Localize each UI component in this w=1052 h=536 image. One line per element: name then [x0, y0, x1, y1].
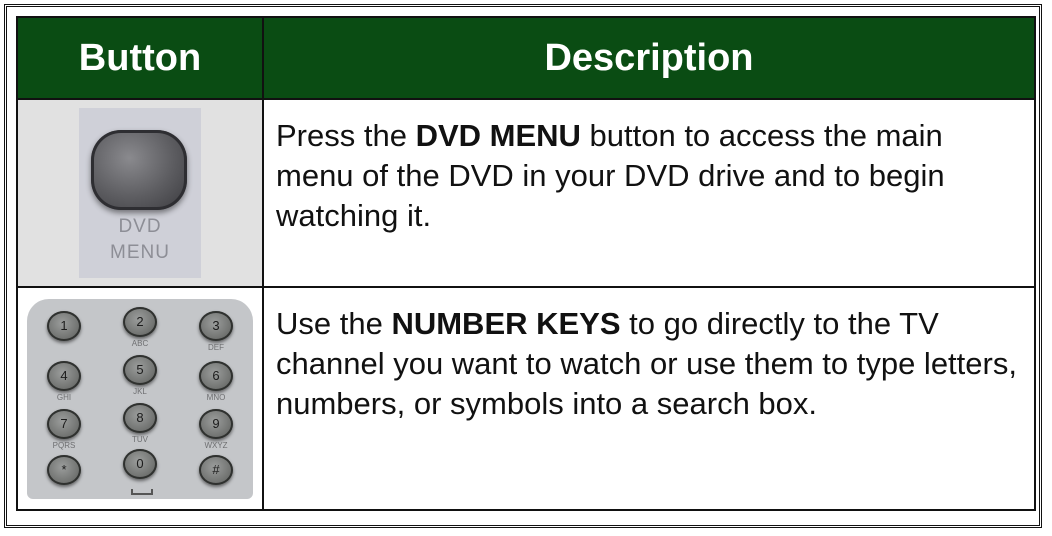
key-9-letters: WXYZ	[204, 440, 228, 450]
header-button: Button	[16, 16, 264, 100]
key-6-letters: MNO	[206, 392, 226, 402]
key-4-letters: GHI	[56, 392, 72, 402]
menu-label: MENU	[110, 242, 170, 263]
key-2: 2	[123, 306, 157, 337]
description-cell: Use the NUMBER KEYS to go directly to th…	[262, 286, 1036, 511]
table-frame: Button Description DVD MENU Press the DV…	[4, 4, 1042, 528]
key-8-letters: TUV	[132, 434, 148, 444]
key-3-letters: DEF	[208, 342, 224, 352]
key-2-letters: ABC	[131, 338, 149, 348]
key-star: *	[47, 454, 81, 485]
key-6: 6	[199, 360, 233, 391]
table-row: DVD MENU Press the DVD MENU button to ac…	[16, 98, 1036, 288]
key-5-letters: JKL	[133, 386, 147, 396]
key-5: 5	[123, 354, 157, 385]
description-bold-term: NUMBER KEYS	[391, 306, 621, 341]
header-description: Description	[262, 16, 1036, 100]
key-1: 1	[47, 310, 81, 341]
button-image-cell: 1 2 3 ABC DEF 4 5 6 GHI JKL MNO 7 8 9 PQ…	[16, 286, 264, 511]
description-text: Press the	[276, 118, 416, 153]
key-4: 4	[47, 360, 81, 391]
description-text: Use the	[276, 306, 392, 341]
header-row: Button Description	[16, 16, 1036, 100]
key-9: 9	[199, 408, 233, 439]
key-8: 8	[123, 402, 157, 433]
key-0-underline	[131, 488, 153, 495]
key-hash: #	[199, 454, 233, 485]
button-image-cell: DVD MENU	[16, 98, 264, 288]
dvd-menu-key	[91, 130, 187, 210]
key-7: 7	[47, 408, 81, 439]
key-0: 0	[123, 448, 157, 479]
description-bold-term: DVD MENU	[415, 118, 581, 153]
button-description-table: Button Description DVD MENU Press the DV…	[16, 16, 1036, 511]
table-row: 1 2 3 ABC DEF 4 5 6 GHI JKL MNO 7 8 9 PQ…	[16, 286, 1036, 511]
dvd-menu-button-icon: DVD MENU	[79, 108, 201, 278]
number-keypad-icon: 1 2 3 ABC DEF 4 5 6 GHI JKL MNO 7 8 9 PQ…	[27, 298, 253, 499]
table-container: Button Description DVD MENU Press the DV…	[16, 16, 1036, 516]
description-cell: Press the DVD MENU button to access the …	[262, 98, 1036, 288]
key-7-letters: PQRS	[52, 440, 76, 450]
dvd-label: DVD	[118, 216, 162, 237]
key-3: 3	[199, 310, 233, 341]
